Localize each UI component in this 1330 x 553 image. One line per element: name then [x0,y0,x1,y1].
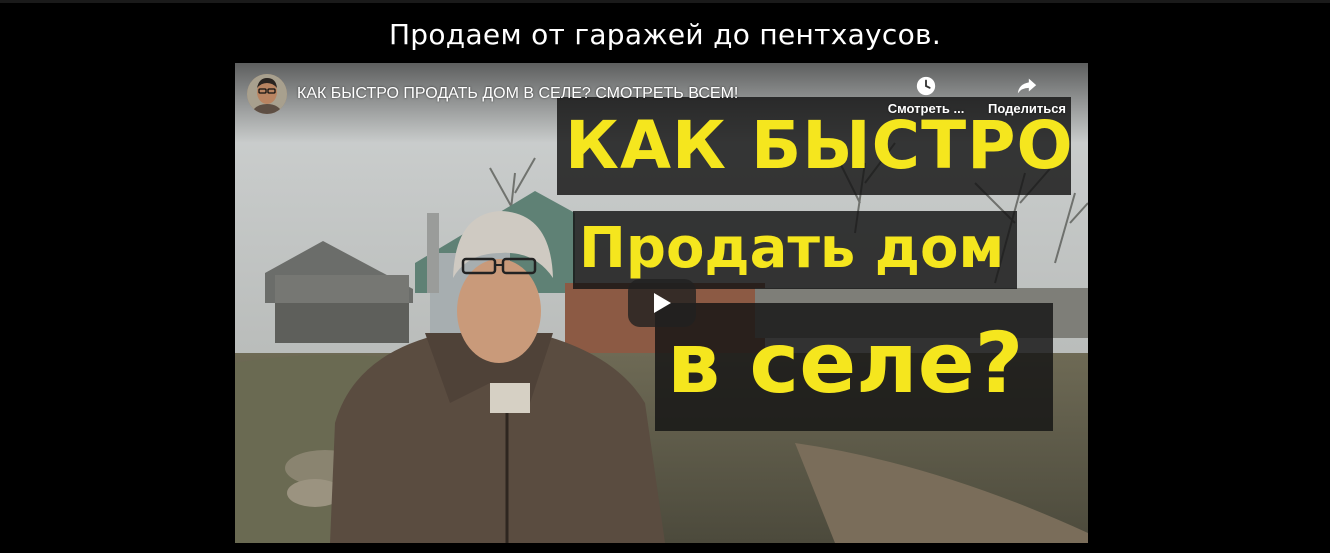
thumbnail-text-line-3: в селе? [655,303,1053,431]
video-player[interactable]: КАК БЫСТРО Продать дом в селе? КАК БЫСТР… [235,63,1088,543]
play-button[interactable] [628,279,696,327]
thumbnail-text-line-2: Продать дом [573,211,1017,289]
share-button[interactable]: Поделиться [979,75,1075,116]
share-arrow-icon [1017,78,1037,94]
channel-avatar[interactable] [247,74,287,114]
watch-later-label: Смотреть ... [887,101,965,116]
section-heading: Продаем от гаражей до пентхаусов. [388,18,942,51]
clock-icon [916,76,936,96]
play-icon [654,293,671,313]
avatar-image [247,74,287,114]
share-label: Поделиться [987,101,1067,116]
video-title-link[interactable]: КАК БЫСТРО ПРОДАТЬ ДОМ В СЕЛЕ? СМОТРЕТЬ … [297,85,738,103]
top-border [0,0,1330,3]
watch-later-button[interactable]: Смотреть ... [881,75,971,116]
